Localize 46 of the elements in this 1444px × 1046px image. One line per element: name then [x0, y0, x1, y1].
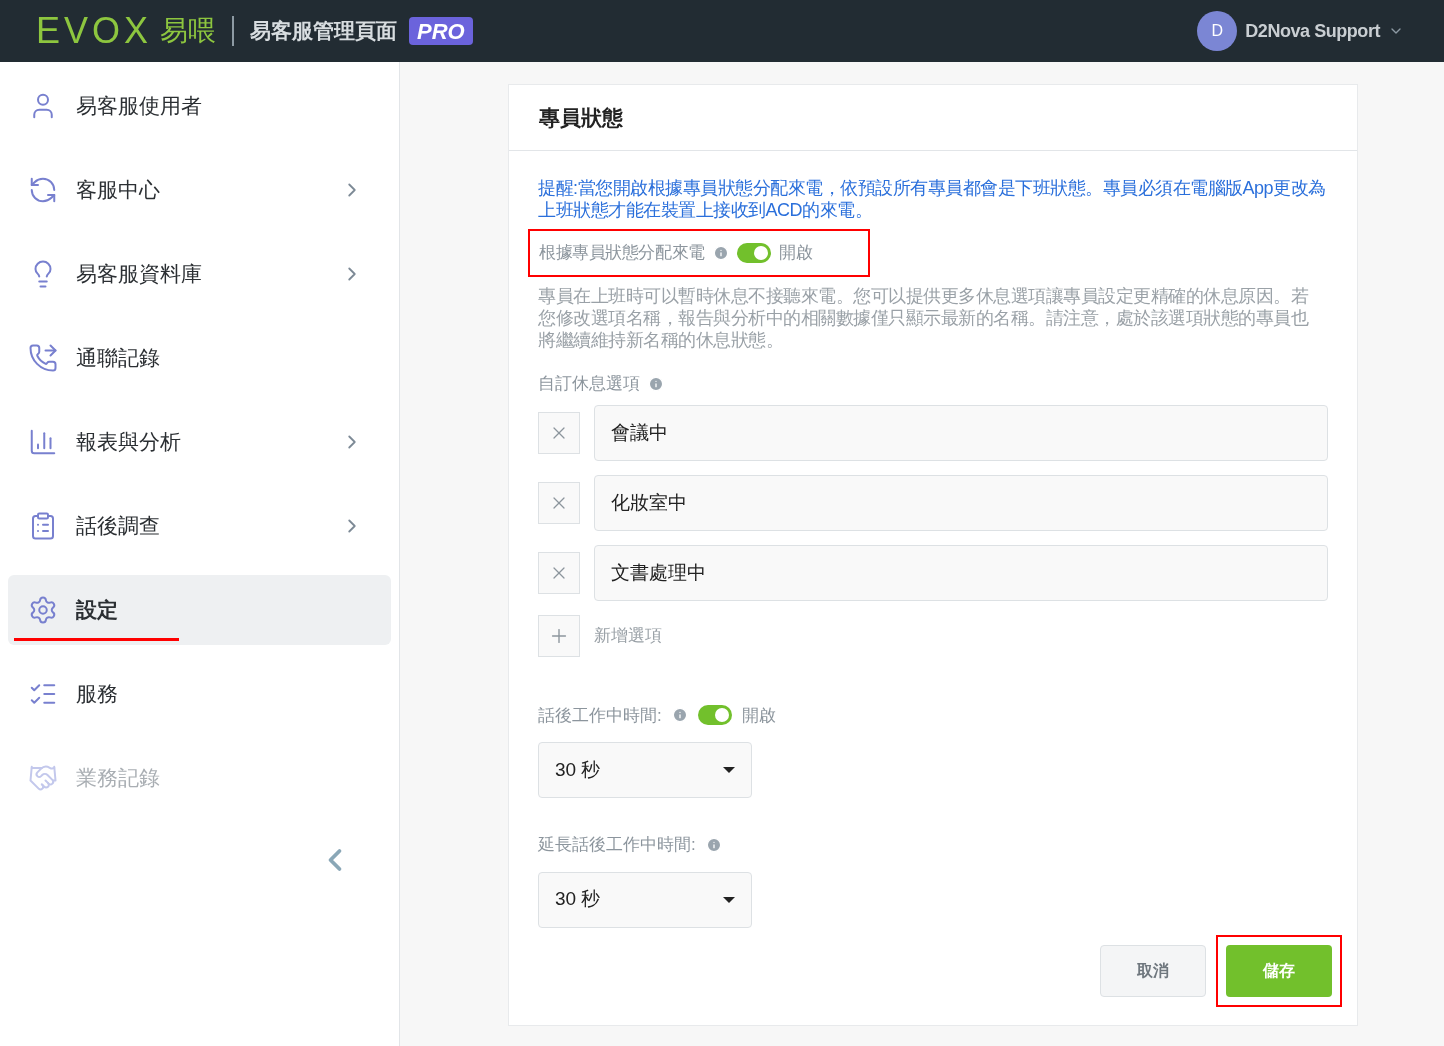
remove-option-button[interactable] — [538, 411, 580, 454]
add-option-label: 新增選項 — [594, 624, 662, 647]
toggle-state-text: 開啟 — [741, 704, 776, 727]
duration-select[interactable]: 30 秒 — [538, 742, 752, 798]
notice-text: 提醒:當您開啟根據專員狀態分配來電，依預設所有專員都會是下班狀態。專員必須在電腦版App更改為上班狀態才能在裝置上接收到ACD的來電。 — [538, 177, 1327, 221]
break-option-field[interactable]: 文書處理中 — [594, 544, 1328, 601]
sidebar-item[interactable]: 通聯記錄 — [8, 323, 391, 393]
toggle-state-text: 開啟 — [778, 242, 813, 265]
bar-chart-icon — [28, 427, 58, 457]
duration-select[interactable]: 30 秒 — [538, 871, 752, 928]
page-title: 易客服管理頁面 — [250, 18, 398, 45]
sidebar-item[interactable]: 客服中心 — [8, 155, 391, 225]
remove-option-button[interactable] — [538, 481, 580, 524]
sidebar-item[interactable]: 易客服使用者 — [8, 71, 391, 141]
cancel-button[interactable]: 取消 — [1100, 945, 1206, 997]
field-label: 延長話後工作中時間: — [538, 834, 696, 856]
remove-option-button[interactable] — [538, 551, 580, 594]
sidebar-item[interactable]: 易客服資料庫 — [8, 239, 391, 309]
circular-arrows-icon — [28, 175, 58, 205]
card-title: 專員狀態 — [509, 85, 1357, 151]
info-icon — [712, 245, 729, 261]
handshake-icon — [28, 763, 58, 793]
dropdown-caret-icon — [723, 767, 735, 773]
dropdown-caret-icon — [723, 896, 735, 903]
add-option-button[interactable] — [538, 614, 580, 657]
sidebar-item[interactable]: 報表與分析 — [8, 407, 391, 477]
break-option-field[interactable]: 會議中 — [594, 404, 1328, 461]
break-option-field[interactable]: 化妝室中 — [594, 474, 1328, 531]
info-icon — [671, 707, 688, 724]
toggle-label: 根據專員狀態分配來電 — [539, 242, 705, 265]
toggle-switch[interactable] — [697, 705, 732, 726]
user-menu[interactable]: D D2Nova Support — [1197, 11, 1404, 51]
settings-icon — [28, 595, 58, 625]
section-label: 自訂休息選項 — [538, 373, 640, 395]
pro-badge: PRO — [409, 17, 473, 45]
field-label: 話後工作中時間: — [538, 704, 662, 727]
sidebar-item[interactable]: 話後調查 — [8, 491, 391, 561]
info-icon — [648, 375, 664, 392]
logo: EVOX 易喂 — [36, 13, 217, 49]
info-icon — [705, 836, 722, 853]
description-text: 專員在上班時可以暫時休息不接聽來電。您可以提供更多休息選項讓專員設定更精確的休息原因。若您修改選項名稱，報告與分析中的相關數據僅只顯示最新的名稱。請注意，處於該選項狀態的專員也將繼續維持新名稱的休息狀態。 — [538, 285, 1310, 351]
phone-icon — [28, 343, 58, 373]
toggle-switch[interactable] — [736, 243, 771, 263]
sidebar-item[interactable]: 設定 — [8, 575, 391, 645]
user-avatar: D — [1197, 11, 1238, 51]
sidebar-item[interactable]: 服務 — [8, 659, 391, 729]
